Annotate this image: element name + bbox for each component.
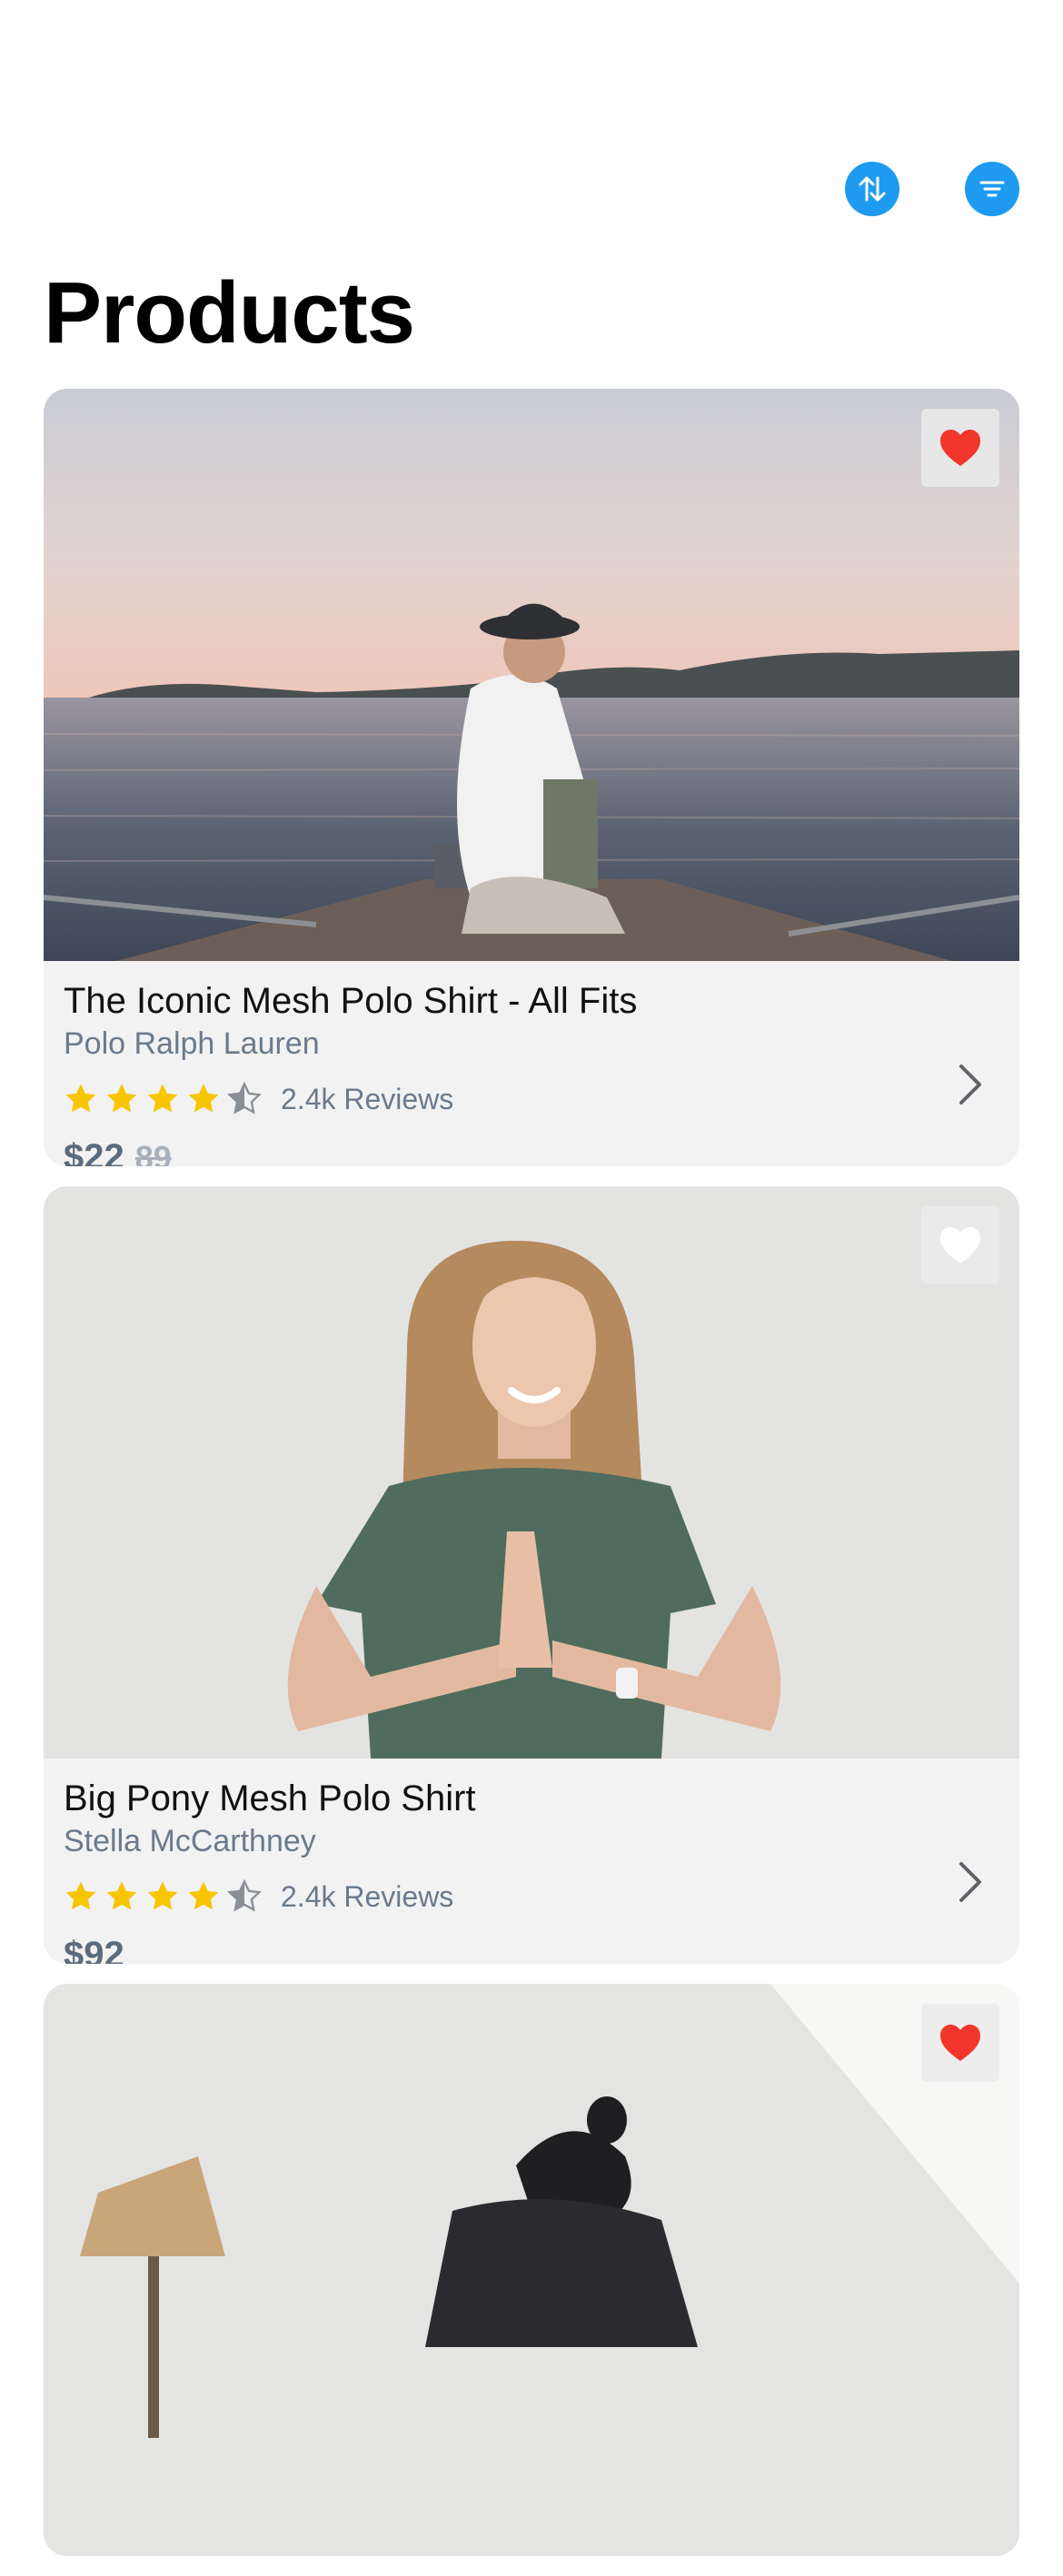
star-half-icon xyxy=(227,1879,262,1912)
product-image xyxy=(44,1186,1019,1759)
favorite-button[interactable] xyxy=(921,2004,999,2082)
star-full-icon xyxy=(188,1881,219,1910)
heart-filled-icon xyxy=(940,2025,980,2061)
chevron-right-icon[interactable] xyxy=(956,1860,985,1904)
filter-lines-icon xyxy=(979,181,1005,197)
price-row: $92 xyxy=(64,1935,999,1964)
star-full-icon xyxy=(106,1881,137,1910)
heart-filled-icon xyxy=(940,430,980,466)
yoga-photo xyxy=(44,1186,1019,1759)
rating-row: 2.4k Reviews xyxy=(64,1081,999,1117)
filter-button[interactable] xyxy=(965,162,1019,216)
product-image xyxy=(44,1984,1019,2556)
product-brand: Polo Ralph Lauren xyxy=(64,1026,320,1061)
room-photo xyxy=(44,1984,1019,2556)
sort-button[interactable] xyxy=(845,162,899,216)
sort-arrows-icon xyxy=(859,176,886,202)
star-full-icon xyxy=(65,1881,96,1910)
star-full-icon xyxy=(147,1084,178,1113)
product-card[interactable] xyxy=(44,1984,1019,2556)
product-card[interactable]: The Iconic Mesh Polo Shirt - All Fits Po… xyxy=(44,389,1019,1166)
price: $92 xyxy=(64,1935,124,1964)
product-name: The Iconic Mesh Polo Shirt - All Fits xyxy=(64,981,638,1021)
lake-photo xyxy=(44,389,1019,961)
favorite-button[interactable] xyxy=(921,1206,999,1284)
toolbar xyxy=(845,162,1019,216)
product-info: The Iconic Mesh Polo Shirt - All Fits Po… xyxy=(44,961,1019,1166)
product-brand: Stella McCarthney xyxy=(64,1824,316,1858)
favorite-button[interactable] xyxy=(921,409,999,487)
product-card[interactable]: Big Pony Mesh Polo Shirt Stella McCarthn… xyxy=(44,1186,1019,1964)
review-count: 2.4k Reviews xyxy=(281,1879,454,1913)
star-full-icon xyxy=(106,1084,137,1113)
original-price: 89 xyxy=(134,1139,172,1166)
heart-outline-icon xyxy=(940,1227,980,1263)
star-full-icon xyxy=(65,1084,96,1113)
product-info: Big Pony Mesh Polo Shirt Stella McCarthn… xyxy=(44,1759,1019,1964)
rating-row: 2.4k Reviews xyxy=(64,1878,999,1915)
chevron-right-icon[interactable] xyxy=(956,1063,985,1106)
star-half-icon xyxy=(227,1082,262,1115)
product-image xyxy=(44,389,1019,961)
page-title: Products xyxy=(44,264,415,362)
star-full-icon xyxy=(188,1084,219,1113)
product-name: Big Pony Mesh Polo Shirt xyxy=(64,1778,476,1818)
review-count: 2.4k Reviews xyxy=(281,1082,454,1115)
price: $22 xyxy=(64,1137,124,1166)
price-row: $22 89 xyxy=(64,1137,999,1166)
star-full-icon xyxy=(147,1881,178,1910)
product-list: The Iconic Mesh Polo Shirt - All Fits Po… xyxy=(44,389,1019,2576)
